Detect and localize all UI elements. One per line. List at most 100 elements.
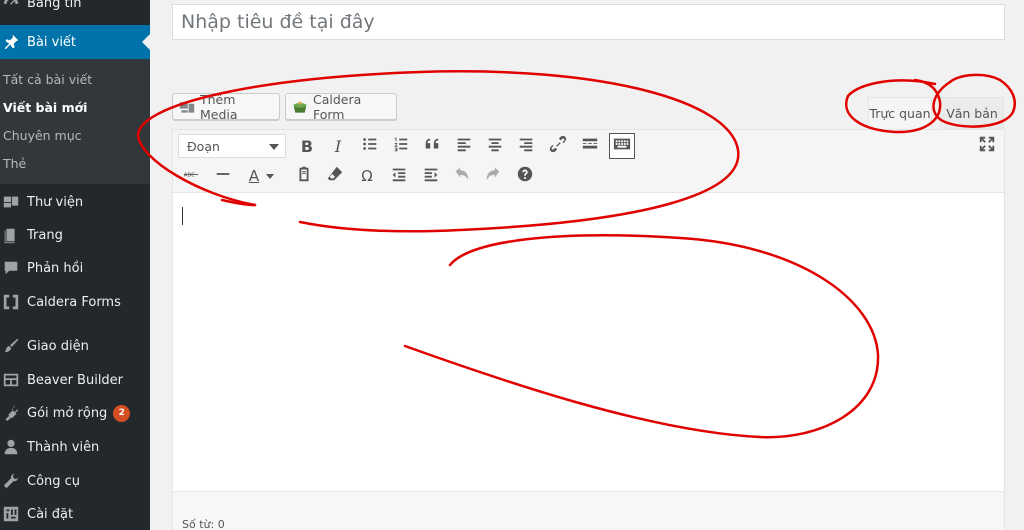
text-cursor [182, 207, 183, 225]
submenu-tags[interactable]: Thẻ [3, 156, 26, 171]
align-center-button[interactable] [482, 133, 508, 159]
omega-label: Ω [361, 167, 373, 185]
tab-visual[interactable]: Trực quan [868, 97, 932, 129]
plug-icon [1, 403, 21, 423]
text-color-label: A [248, 167, 260, 185]
outdent-icon [390, 165, 408, 187]
media-icon [179, 99, 195, 115]
add-media-label: Thêm Media [200, 91, 238, 122]
numbered-list-button[interactable] [388, 133, 414, 159]
comment-icon [1, 258, 21, 278]
italic-button[interactable]: I [325, 133, 351, 159]
menu-plugins[interactable]: Gói mở rộng 2 [0, 396, 150, 430]
post-title-input[interactable] [172, 4, 1005, 40]
read-more-icon [581, 135, 599, 157]
tab-text-label: Văn bản [946, 106, 998, 121]
bold-button[interactable]: B [294, 133, 320, 159]
expand-icon [978, 135, 996, 157]
menu-caldera-forms[interactable]: Caldera Forms [0, 285, 150, 319]
strikethrough-icon: ABC [182, 165, 200, 187]
brush-icon [1, 336, 21, 356]
bullet-list-button[interactable] [357, 133, 383, 159]
add-media-button[interactable]: Thêm Media [172, 91, 280, 122]
menu-pages[interactable]: Trang [0, 218, 150, 252]
media-icon [1, 192, 21, 212]
menu-beaver-builder[interactable]: Beaver Builder [0, 363, 150, 397]
caldera-icon [1, 292, 21, 312]
settings-icon [1, 504, 21, 524]
menu-media-label: Thư viện [27, 194, 84, 210]
horizontal-line-button[interactable] [210, 163, 236, 189]
eraser-icon [326, 165, 344, 187]
toolbar-toggle-button[interactable] [609, 133, 635, 159]
text-color-dropdown[interactable] [263, 163, 277, 189]
clear-formatting-button[interactable] [322, 163, 348, 189]
align-left-icon [455, 135, 473, 157]
menu-pages-label: Trang [27, 227, 63, 243]
menu-comments[interactable]: Phản hồi [0, 251, 150, 285]
layout-icon [1, 370, 21, 390]
special-character-button[interactable]: Ω [354, 163, 380, 189]
chevron-down-icon [269, 144, 279, 150]
quote-icon [423, 135, 441, 157]
bullet-list-icon [361, 135, 379, 157]
indent-icon [422, 165, 440, 187]
menu-settings-label: Cài đặt [27, 506, 74, 522]
numbered-list-icon [392, 135, 410, 157]
align-right-icon [517, 135, 535, 157]
format-select[interactable]: Đoạn [178, 134, 286, 158]
submenu-categories[interactable]: Chuyên mục [3, 128, 82, 143]
menu-users-label: Thành viên [27, 439, 100, 455]
outdent-button[interactable] [386, 163, 412, 189]
indent-button[interactable] [418, 163, 444, 189]
menu-appearance[interactable]: Giao diện [0, 329, 150, 363]
menu-dashboard-label: Bảng tin [27, 0, 82, 11]
tab-text[interactable]: Văn bản [940, 97, 1004, 129]
fullscreen-button[interactable] [975, 134, 999, 158]
tab-visual-label: Trực quan [869, 106, 931, 121]
bold-label: B [300, 136, 314, 156]
editor-content-area[interactable] [173, 194, 1004, 491]
undo-icon [453, 165, 471, 187]
blockquote-button[interactable] [419, 133, 445, 159]
menu-tools[interactable]: Công cụ [0, 464, 150, 498]
menu-plugins-label: Gói mở rộng [27, 405, 108, 421]
read-more-button[interactable] [577, 133, 603, 159]
menu-media[interactable]: Thư viện [0, 185, 150, 219]
menu-users[interactable]: Thành viên [0, 430, 150, 464]
align-right-button[interactable] [513, 133, 539, 159]
page-icon [1, 225, 21, 245]
submenu-all-posts[interactable]: Tất cả bài viết [3, 72, 92, 87]
submenu-new-post[interactable]: Viết bài mới [3, 100, 87, 115]
editor-container: Đoạn B I ABC A Ω Số từ: 0 [172, 129, 1005, 530]
horizontal-line-icon [214, 165, 232, 187]
wrench-icon [1, 471, 21, 491]
redo-icon [484, 165, 502, 187]
menu-dashboard[interactable]: Bảng tin [0, 0, 150, 20]
link-icon [549, 135, 567, 157]
menu-settings[interactable]: Cài đặt [0, 497, 150, 530]
caldera-form-label: Caldera Form [313, 91, 362, 122]
paste-text-button[interactable] [291, 163, 317, 189]
dashboard-icon [1, 0, 21, 13]
help-icon [516, 165, 534, 187]
menu-comments-label: Phản hồi [27, 260, 84, 276]
insert-link-button[interactable] [545, 133, 571, 159]
menu-caldera-label: Caldera Forms [27, 294, 121, 310]
caldera-form-button[interactable]: Caldera Form [285, 91, 397, 122]
strikethrough-button[interactable]: ABC [178, 163, 204, 189]
menu-posts[interactable]: Bài viết [0, 25, 150, 59]
plugins-update-badge: 2 [113, 404, 131, 422]
admin-sidebar: Bảng tin Bài viết Tất cả bài viết Viết b… [0, 0, 150, 530]
redo-button[interactable] [480, 163, 506, 189]
align-center-icon [486, 135, 504, 157]
editor-toolbar: Đoạn B I ABC A Ω [173, 130, 1004, 193]
help-button[interactable] [512, 163, 538, 189]
undo-button[interactable] [449, 163, 475, 189]
keyboard-icon [613, 135, 631, 157]
user-icon [1, 437, 21, 457]
editor-status-bar: Số từ: 0 [173, 491, 1004, 530]
posts-submenu: Tất cả bài viết Viết bài mới Chuyên mục … [0, 59, 150, 184]
svg-text:ABC: ABC [184, 173, 195, 179]
align-left-button[interactable] [451, 133, 477, 159]
